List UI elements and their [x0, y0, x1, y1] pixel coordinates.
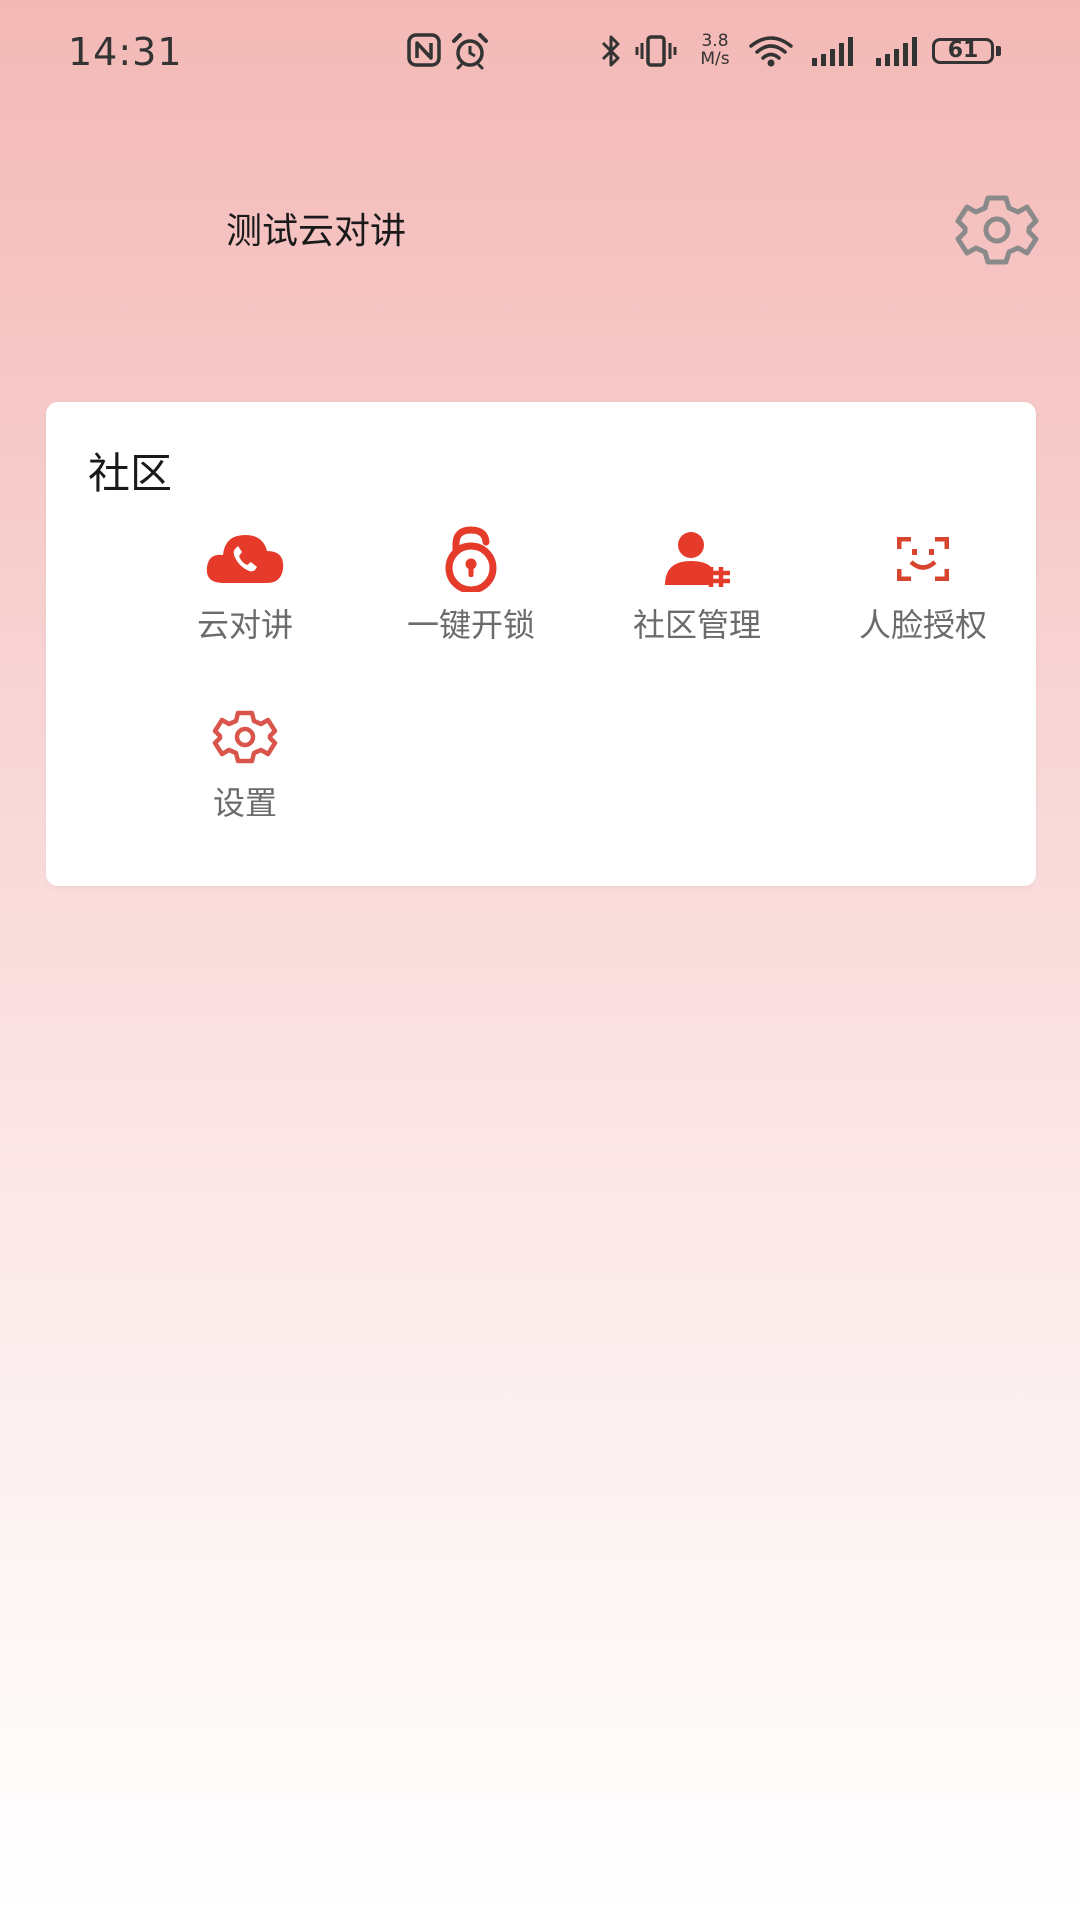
net-speed-unit: M/s	[700, 49, 730, 69]
community-card: 社区 云对讲 一键开锁 社区管理 人脸授权 设置	[46, 402, 1036, 886]
cloud-phone-icon	[132, 524, 358, 594]
page-title: 测试云对讲	[226, 211, 407, 252]
battery-tip	[996, 46, 1001, 56]
battery-icon: 61	[932, 38, 1002, 66]
vibrate-icon	[634, 32, 678, 72]
net-speed: 3.8 M/s	[690, 32, 740, 68]
signal-icon	[874, 32, 920, 72]
grid-item-cloud-intercom[interactable]: 云对讲	[132, 524, 358, 664]
face-scan-icon	[810, 524, 1036, 594]
grid-item-label: 云对讲	[196, 606, 293, 644]
gear-icon	[955, 195, 1039, 265]
unlock-icon	[358, 524, 584, 594]
wifi-icon	[748, 32, 794, 72]
signal-icon	[810, 32, 856, 72]
grid-item-community-management[interactable]: 社区管理	[584, 524, 810, 664]
grid-item-label: 一键开锁	[406, 606, 535, 644]
status-time: 14:31	[68, 30, 183, 74]
grid-item-label: 设置	[212, 784, 277, 822]
bluetooth-icon	[598, 32, 624, 72]
gear-icon	[132, 702, 358, 772]
grid-item-settings[interactable]: 设置	[132, 702, 358, 842]
grid-item-label: 社区管理	[632, 606, 761, 644]
community-manage-icon	[584, 524, 810, 594]
grid-item-one-key-unlock[interactable]: 一键开锁	[358, 524, 584, 664]
status-bar: 14:31 3.8 M/s 61	[0, 0, 1080, 104]
battery-level: 61	[932, 38, 994, 64]
header-settings-button[interactable]	[952, 190, 1042, 270]
nfc-icon	[406, 32, 442, 72]
grid-item-label: 人脸授权	[858, 606, 987, 644]
alarm-icon	[450, 32, 490, 72]
net-speed-value: 3.8	[701, 31, 729, 51]
community-title: 社区	[88, 449, 173, 498]
grid-item-face-authorization[interactable]: 人脸授权	[810, 524, 1036, 664]
